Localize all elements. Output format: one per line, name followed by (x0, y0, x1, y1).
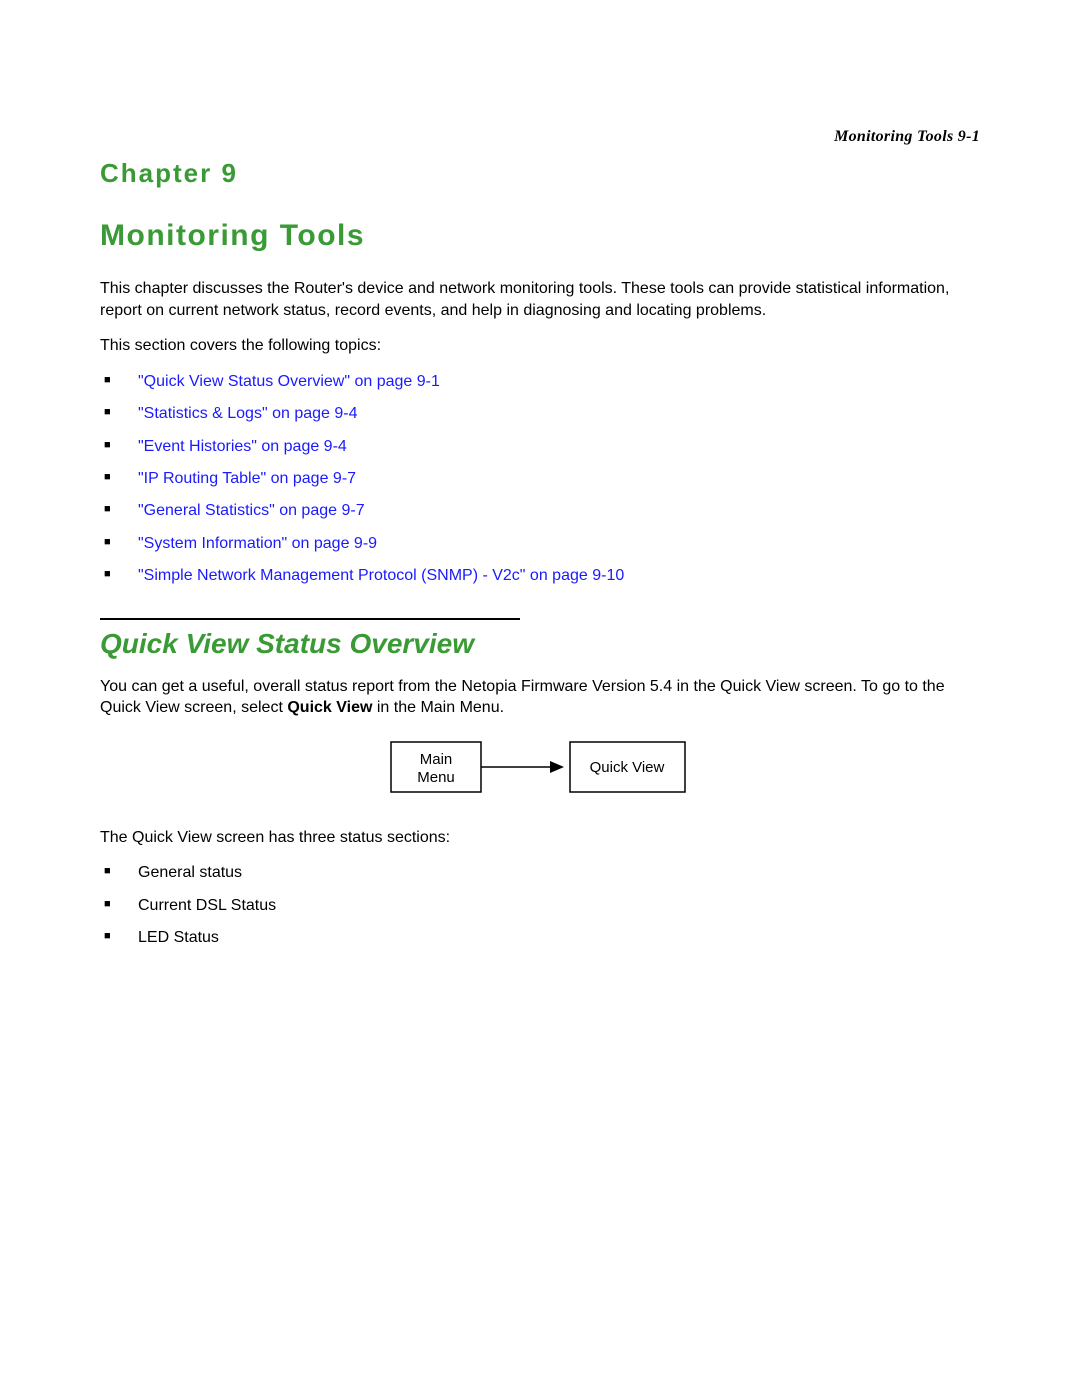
cross-reference-link[interactable]: "General Statistics" on page 9-7 (138, 502, 365, 519)
list-item: LED Status (100, 927, 980, 949)
section1-paragraph: You can get a useful, overall status rep… (100, 676, 980, 719)
cross-reference-link[interactable]: "Simple Network Management Protocol (SNM… (138, 567, 624, 584)
cross-reference-link[interactable]: "Statistics & Logs" on page 9-4 (138, 405, 357, 422)
arrow-right-icon (550, 761, 564, 773)
list-item-label: LED Status (138, 929, 219, 946)
cross-reference-link[interactable]: "Quick View Status Overview" on page 9-1 (138, 373, 440, 390)
topic-item: "System Information" on page 9-9 (100, 533, 980, 555)
para-text: You can get a useful, overall status rep… (100, 678, 945, 717)
topics-lead: This section covers the following topics… (100, 335, 980, 357)
chapter-label: Chapter 9 (100, 158, 980, 189)
list-item-label: General status (138, 864, 242, 881)
topics-list: "Quick View Status Overview" on page 9-1… (100, 371, 980, 588)
chapter-title: Monitoring Tools (100, 219, 980, 253)
running-header: Monitoring Tools 9-1 (834, 128, 980, 146)
topic-item: "Statistics & Logs" on page 9-4 (100, 403, 980, 425)
topic-item: "Event Histories" on page 9-4 (100, 436, 980, 458)
after-diagram-paragraph: The Quick View screen has three status s… (100, 827, 980, 849)
para-text: in the Main Menu. (372, 699, 504, 716)
intro-paragraph: This chapter discusses the Router's devi… (100, 278, 980, 321)
cross-reference-link[interactable]: "Event Histories" on page 9-4 (138, 438, 347, 455)
diagram-label: Main (420, 751, 453, 768)
section-title: Quick View Status Overview (100, 628, 980, 660)
diagram-label: Quick View (590, 759, 665, 776)
section-divider (100, 618, 520, 620)
cross-reference-link[interactable]: "IP Routing Table" on page 9-7 (138, 470, 356, 487)
list-item: General status (100, 862, 980, 884)
list-item: Current DSL Status (100, 895, 980, 917)
status-sections-list: General status Current DSL Status LED St… (100, 862, 980, 949)
topic-item: "Quick View Status Overview" on page 9-1 (100, 371, 980, 393)
topic-item: "Simple Network Management Protocol (SNM… (100, 565, 980, 587)
document-page: Monitoring Tools 9-1 Chapter 9 Monitorin… (0, 0, 1080, 1397)
topic-item: "General Statistics" on page 9-7 (100, 500, 980, 522)
list-item-label: Current DSL Status (138, 897, 276, 914)
cross-reference-link[interactable]: "System Information" on page 9-9 (138, 535, 377, 552)
diagram-svg: Main Menu Quick View (390, 741, 690, 801)
diagram-label: Menu (417, 769, 455, 786)
navigation-diagram: Main Menu Quick View (100, 741, 980, 801)
topic-item: "IP Routing Table" on page 9-7 (100, 468, 980, 490)
para-bold: Quick View (287, 699, 372, 716)
